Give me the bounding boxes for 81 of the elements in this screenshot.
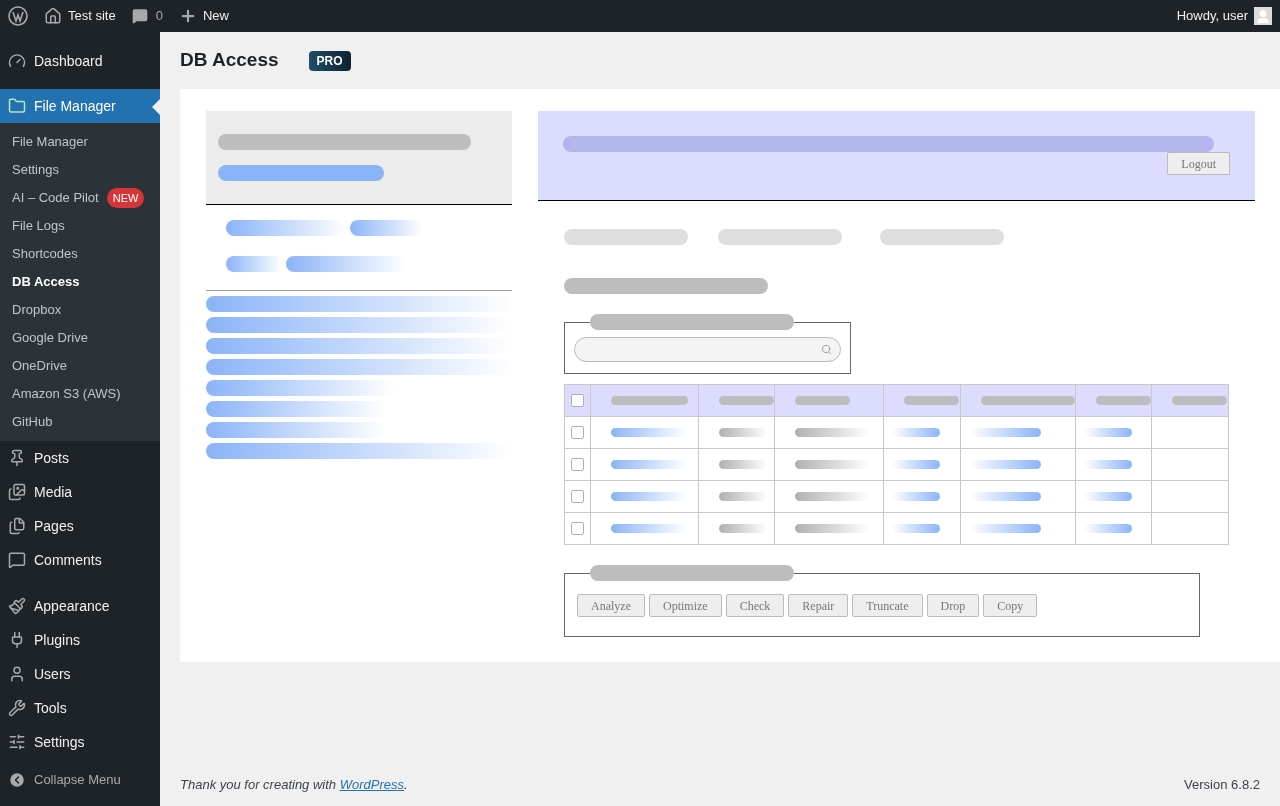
pages-icon [8,517,26,535]
menu-item[interactable]: Posts [0,441,160,475]
submenu-item[interactable]: OneDrive [0,352,160,380]
action-button[interactable]: Analyze [577,594,645,617]
menu-item[interactable]: Dashboard [0,44,160,78]
collapse-icon [8,771,26,789]
comment-count[interactable]: 0 [155,6,163,26]
version-text: Version 6.8.2 [1184,775,1260,794]
placeholder-bar [904,396,959,405]
placeholder-bar [892,428,940,437]
checkbox[interactable] [571,522,584,535]
placeholder-bar [718,492,767,501]
action-button[interactable]: Copy [983,594,1038,617]
pin-icon [8,449,26,467]
search-field[interactable] [574,337,841,362]
new-link[interactable]: New [202,6,229,26]
collapse-menu-button[interactable]: Collapse Menu [0,763,160,797]
placeholder-bar [718,428,767,437]
placeholder-bar [1084,460,1132,469]
user-icon [8,665,26,683]
menu-item[interactable]: Tools [0,691,160,725]
wordpress-link[interactable]: WordPress [339,776,404,792]
placeholder-bar [350,220,422,236]
placeholder-bar [892,492,940,501]
menu-item[interactable]: Settings [0,725,160,759]
submenu-item[interactable]: Amazon S3 (AWS) [0,380,160,408]
menu-item[interactable]: Users [0,657,160,691]
submenu-item[interactable]: DB Access [0,268,160,296]
submenu-item[interactable]: Dropbox [0,296,160,324]
greeting-link[interactable]: Howdy, user [1176,6,1248,26]
folder-icon [8,97,26,115]
submenu-item[interactable]: File Manager [0,128,160,156]
menu-item[interactable]: Plugins [0,623,160,657]
paintbrush-icon [8,597,26,615]
placeholder-bar [1172,396,1228,405]
submenu-item[interactable]: GitHub [0,408,160,436]
menu-item[interactable]: Appearance [0,589,160,623]
wordpress-logo-icon[interactable] [8,6,28,26]
page-title: DB Access [180,48,279,73]
home-icon[interactable] [44,7,62,25]
dashboard-icon [8,52,26,70]
search-icon [821,344,832,355]
action-button[interactable]: Drop [926,594,980,617]
images-icon [8,483,26,501]
action-button[interactable]: Check [725,594,785,617]
submenu-item[interactable]: Google Drive [0,324,160,352]
checkbox[interactable] [571,458,584,471]
comment-icon [8,551,26,569]
submenu-item[interactable]: Shortcodes [0,240,160,268]
current-pointer-icon [152,99,160,115]
wrench-icon [8,699,26,717]
placeholder-bar [1084,428,1132,437]
new-badge: NEW [106,187,145,209]
checkbox[interactable] [571,426,584,439]
site-name-link[interactable]: Test site [68,6,116,26]
footer-text: Thank you for creating with WordPress. [180,775,408,794]
placeholder-bar [226,256,282,272]
action-button[interactable]: Optimize [649,594,722,617]
placeholder-bar [892,524,940,533]
comment-icon[interactable] [131,8,148,24]
placeholder-bar [1084,492,1132,501]
placeholder-bar [795,396,851,405]
placeholder-bar [718,460,767,469]
submenu-item[interactable]: AI – Code Pilot NEW [0,184,160,212]
placeholder-bar [1084,524,1132,533]
menu-item[interactable]: Media [0,475,160,509]
settings-icon [8,733,26,751]
menu-item[interactable]: Pages [0,509,160,543]
checkbox[interactable] [571,490,584,503]
action-button[interactable]: Repair [788,594,849,617]
placeholder-bar [892,460,940,469]
logout-button[interactable]: Logout [1167,152,1230,175]
submenu-item[interactable]: File Logs [0,212,160,240]
avatar-icon[interactable] [1254,7,1272,25]
checkbox[interactable] [571,394,584,407]
placeholder-bar [718,524,767,533]
action-button[interactable]: Truncate [852,594,923,617]
menu-item[interactable]: File Manager [0,89,160,123]
pro-badge: PRO [308,50,351,71]
submenu-item[interactable]: Settings [0,156,160,184]
menu-item[interactable]: Comments [0,543,160,577]
